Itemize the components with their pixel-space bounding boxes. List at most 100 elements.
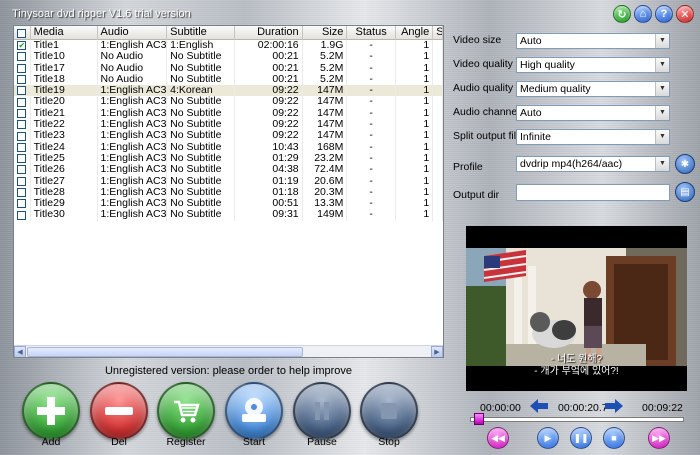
row-checkbox[interactable]	[14, 198, 31, 210]
video-preview[interactable]: - 너도 원해? - 개가 부엌에 있어?!	[466, 226, 687, 391]
checkbox-icon[interactable]	[17, 63, 27, 73]
help-icon[interactable]: ?	[655, 5, 673, 23]
chevron-down-icon: ▼	[655, 34, 669, 48]
forward-arrow-icon[interactable]	[603, 398, 625, 417]
checkbox-icon[interactable]	[17, 165, 27, 175]
table-row[interactable]: Title211:English AC3 2...No Subtitle09:2…	[14, 107, 443, 120]
table-row[interactable]: Title17 No Audio No Subtitle 00:21 5.2M -1	[14, 62, 443, 74]
previous-button[interactable]: ◀◀	[487, 427, 509, 449]
rewind-arrow-icon[interactable]	[528, 398, 550, 417]
browse-folder-button[interactable]: ▤	[675, 182, 695, 202]
seek-thumb[interactable]	[473, 413, 484, 425]
table-row[interactable]: Title261:English AC3 2...No Subtitle04:3…	[14, 164, 443, 176]
checkbox-icon[interactable]	[17, 176, 27, 186]
next-button[interactable]: ▶▶	[648, 427, 670, 449]
audio-quality-select[interactable]: Medium quality ▼	[516, 81, 670, 97]
checkbox-icon[interactable]	[17, 75, 27, 85]
row-checkbox[interactable]	[14, 209, 31, 221]
column-status[interactable]: Status	[347, 26, 396, 40]
row-checkbox[interactable]	[14, 130, 31, 142]
table-row[interactable]: Title10 No Audio No Subtitle 00:21 5.2M -1	[14, 51, 443, 63]
cell-s	[433, 107, 443, 120]
checkbox-icon[interactable]	[17, 188, 27, 197]
scroll-right-icon[interactable]: ▶	[431, 345, 443, 357]
checkbox-icon[interactable]	[17, 108, 27, 118]
row-checkbox[interactable]	[14, 62, 31, 74]
column-s[interactable]: S	[433, 26, 443, 40]
checkbox-icon[interactable]	[17, 154, 27, 164]
column-duration[interactable]: Duration	[235, 26, 303, 40]
checkbox-icon[interactable]	[17, 210, 27, 220]
video-quality-select[interactable]: High quality ▼	[516, 57, 670, 73]
cell-angle: 1	[396, 107, 434, 120]
checkbox-icon[interactable]	[17, 86, 27, 96]
home-icon[interactable]: ⌂	[634, 5, 652, 23]
cell-subtitle: No Subtitle	[167, 175, 235, 187]
table-row[interactable]: Title241:English AC3 2...No Subtitle10:4…	[14, 141, 443, 153]
row-checkbox[interactable]	[14, 186, 31, 199]
table-row[interactable]: Title281:English AC3 2...No Subtitle01:1…	[14, 186, 443, 199]
checkbox-icon[interactable]	[17, 97, 27, 107]
table-row[interactable]: Title201:English AC3 2...No Subtitle09:2…	[14, 96, 443, 108]
start-button[interactable]: Start	[225, 382, 283, 448]
row-checkbox[interactable]	[14, 119, 31, 131]
profile-select[interactable]: dvdrip mp4(h264/aac) ▼	[516, 156, 670, 172]
register-button[interactable]: Register	[157, 382, 215, 448]
table-row[interactable]: Title291:English AC3 2...No Subtitle00:5…	[14, 198, 443, 210]
window-controls: ↻ ⌂ ? ✕	[613, 5, 694, 23]
cell-s	[433, 175, 443, 187]
checkmark-icon[interactable]: ✔	[17, 41, 27, 51]
video-size-select[interactable]: Auto ▼	[516, 33, 670, 49]
table-row[interactable]: Title18 No Audio No Subtitle 00:21 5.2M -1	[14, 73, 443, 86]
horizontal-scrollbar[interactable]: ◀ ▶	[14, 345, 443, 357]
stop-button[interactable]: Stop	[360, 382, 418, 448]
stop-preview-button[interactable]: ■	[603, 427, 625, 449]
cell-audio: No Audio	[98, 73, 168, 86]
checkbox-icon[interactable]	[17, 142, 27, 152]
table-row[interactable]: Title221:English AC3 2...No Subtitle09:2…	[14, 119, 443, 131]
del-button[interactable]: Del	[90, 382, 148, 448]
table-row[interactable]: ✔ Title11:English AC3 6...1:English02:00:…	[14, 40, 443, 52]
output-dir-input[interactable]	[516, 184, 670, 201]
table-row[interactable]: Title191:English AC3 2...4:Korean09:2214…	[14, 85, 443, 97]
title-table[interactable]: Media Audio Subtitle Duration Size Statu…	[13, 25, 444, 358]
row-checkbox[interactable]: ✔	[14, 40, 31, 52]
scroll-left-icon[interactable]: ◀	[14, 345, 26, 357]
column-audio[interactable]: Audio	[98, 26, 168, 40]
table-row[interactable]: Title251:English AC3 2...No Subtitle01:2…	[14, 152, 443, 165]
row-checkbox[interactable]	[14, 107, 31, 120]
row-checkbox[interactable]	[14, 85, 31, 97]
table-row[interactable]: Title301:English AC3 2...No Subtitle09:3…	[14, 209, 443, 221]
column-angle[interactable]: Angle	[396, 26, 434, 40]
add-button[interactable]: Add	[22, 382, 80, 448]
cell-subtitle: No Subtitle	[167, 186, 235, 199]
row-checkbox[interactable]	[14, 164, 31, 176]
pause-preview-button[interactable]: ❚❚	[570, 427, 592, 449]
checkbox-icon[interactable]	[17, 131, 27, 141]
play-button[interactable]: ▶	[537, 427, 559, 449]
column-media[interactable]: Media	[31, 26, 98, 40]
select-all-checkbox[interactable]	[14, 26, 31, 40]
row-checkbox[interactable]	[14, 51, 31, 63]
row-checkbox[interactable]	[14, 175, 31, 187]
column-subtitle[interactable]: Subtitle	[167, 26, 235, 40]
row-checkbox[interactable]	[14, 141, 31, 153]
refresh-icon[interactable]: ↻	[613, 5, 631, 23]
pause-button[interactable]: Pause	[293, 382, 351, 448]
profile-settings-button[interactable]: ✱	[675, 154, 695, 174]
row-checkbox[interactable]	[14, 96, 31, 108]
table-row[interactable]: Title271:English AC3 2...No Subtitle01:1…	[14, 175, 443, 187]
scroll-thumb[interactable]	[27, 347, 303, 357]
split-output-select[interactable]: Infinite ▼	[516, 129, 670, 145]
row-checkbox[interactable]	[14, 73, 31, 86]
checkbox-icon[interactable]	[17, 120, 27, 130]
checkbox-icon[interactable]	[17, 52, 27, 62]
seek-bar[interactable]	[470, 417, 684, 422]
checkbox-icon[interactable]	[17, 199, 27, 209]
audio-channels-select[interactable]: Auto ▼	[516, 105, 670, 121]
row-checkbox[interactable]	[14, 152, 31, 165]
close-icon[interactable]: ✕	[676, 5, 694, 23]
column-size[interactable]: Size	[303, 26, 348, 40]
drive-icon	[225, 382, 283, 440]
table-row[interactable]: Title231:English AC3 2...No Subtitle09:2…	[14, 130, 443, 142]
